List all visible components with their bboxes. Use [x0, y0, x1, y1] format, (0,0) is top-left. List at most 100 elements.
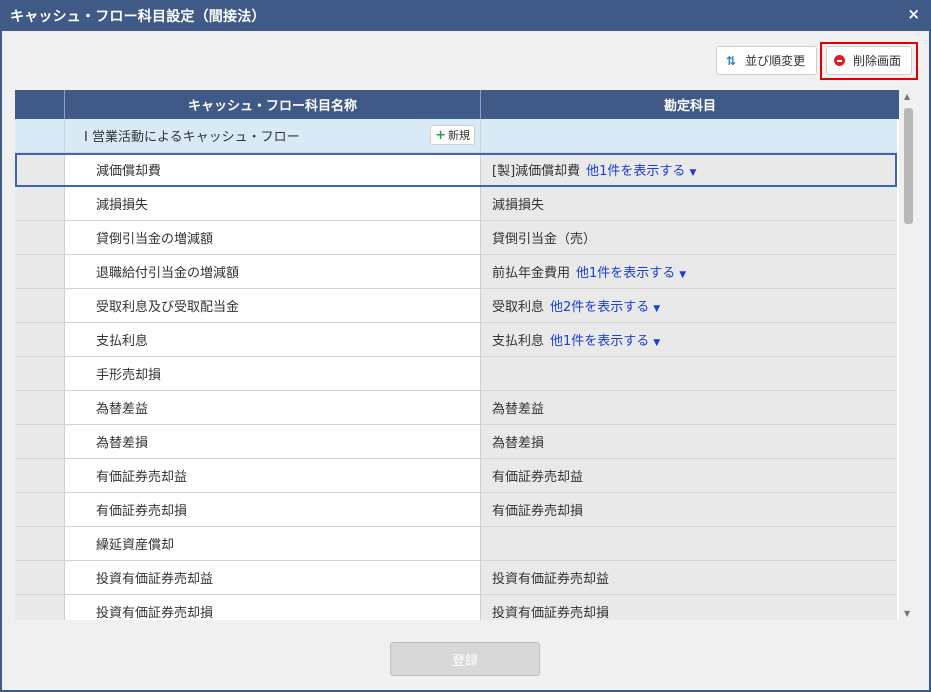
section-label: Ⅰ 営業活動によるキャッシュ・フロー — [84, 130, 300, 145]
table-row[interactable]: 有価証券売却益 有価証券売却益 — [15, 459, 897, 493]
item-name-cell[interactable]: 投資有価証券売却益 — [65, 561, 481, 594]
section-row[interactable]: Ⅰ 営業活動によるキャッシュ・フロー + 新規 — [15, 119, 897, 153]
column-header-account: 勘定科目 — [663, 99, 716, 114]
table-row[interactable]: 為替差益 為替差益 — [15, 391, 897, 425]
item-name-cell[interactable]: 為替差損 — [65, 425, 481, 458]
item-name: 減価償却費 — [96, 164, 162, 179]
show-more-label: 他1件を表示する — [576, 266, 676, 281]
caret-down-icon: ▼ — [653, 304, 661, 314]
table-row[interactable]: 減価償却費 [製]減価償却費 他1件を表示する ▼ — [15, 153, 897, 187]
show-more-link[interactable]: 他1件を表示する ▼ — [586, 160, 696, 179]
row-handle[interactable] — [15, 493, 65, 526]
column-header-name: キャッシュ・フロー科目名称 — [65, 90, 481, 119]
item-name-cell[interactable]: 支払利息 — [65, 323, 481, 356]
table-row[interactable]: 受取利息及び受取配当金 受取利息 他2件を表示する ▼ — [15, 289, 897, 323]
item-name-cell[interactable]: 減損損失 — [65, 187, 481, 220]
item-name-cell[interactable]: 繰延資産償却 — [65, 527, 481, 560]
item-name-cell[interactable]: 受取利息及び受取配当金 — [65, 289, 481, 322]
cashflow-table: キャッシュ・フロー科目名称 勘定科目 Ⅰ 営業活動によるキャッシュ・フロー + … — [15, 90, 899, 620]
item-name-cell[interactable]: 手形売却損 — [65, 357, 481, 390]
account-cell[interactable]: [製]減価償却費 他1件を表示する ▼ — [481, 153, 897, 186]
account-cell[interactable]: 為替差益 — [481, 391, 897, 424]
caret-down-icon: ▼ — [679, 270, 687, 280]
row-handle[interactable] — [15, 153, 65, 186]
scroll-up-icon[interactable]: ▲ — [904, 92, 910, 101]
item-name: 投資有価証券売却益 — [96, 572, 214, 587]
item-name-cell[interactable]: 有価証券売却損 — [65, 493, 481, 526]
show-more-link[interactable]: 他2件を表示する ▼ — [550, 296, 660, 315]
row-handle[interactable] — [15, 221, 65, 254]
item-name-cell[interactable]: 退職給付引当金の増減額 — [65, 255, 481, 288]
account-cell[interactable]: 貸倒引当金（売） — [481, 221, 897, 254]
account-name: 有価証券売却益 — [492, 470, 584, 485]
table-row[interactable]: 支払利息 支払利息 他1件を表示する ▼ — [15, 323, 897, 357]
register-button[interactable]: 登録 — [390, 642, 540, 676]
item-name-cell[interactable]: 減価償却費 — [65, 153, 481, 186]
row-handle[interactable] — [15, 425, 65, 458]
account-cell[interactable]: 減損損失 — [481, 187, 897, 220]
row-handle[interactable] — [15, 187, 65, 220]
account-name: 前払年金費用 — [492, 266, 571, 281]
window-title: キャッシュ・フロー科目設定（間接法） — [10, 9, 266, 25]
item-name-cell[interactable]: 投資有価証券売却損 — [65, 595, 481, 620]
new-button[interactable]: + 新規 — [430, 125, 475, 145]
row-handle[interactable] — [15, 255, 65, 288]
account-cell[interactable]: 投資有価証券売却益 — [481, 561, 897, 594]
row-handle[interactable] — [15, 561, 65, 594]
table-row[interactable]: 手形売却損 — [15, 357, 897, 391]
dialog-window: キャッシュ・フロー科目設定（間接法） × ⇅ 並び順変更 削除画面 キャッシュ・… — [0, 0, 931, 692]
account-name: 為替差益 — [492, 402, 545, 417]
item-name-cell[interactable]: 有価証券売却益 — [65, 459, 481, 492]
delete-screen-button[interactable]: 削除画面 — [826, 46, 912, 75]
caret-down-icon: ▼ — [653, 338, 661, 348]
table-row[interactable]: 退職給付引当金の増減額 前払年金費用 他1件を表示する ▼ — [15, 255, 897, 289]
item-name: 投資有価証券売却損 — [96, 606, 214, 620]
close-icon[interactable]: × — [907, 5, 920, 23]
show-more-link[interactable]: 他1件を表示する ▼ — [550, 330, 660, 349]
show-more-link[interactable]: 他1件を表示する ▼ — [576, 262, 686, 281]
account-cell[interactable] — [481, 357, 897, 390]
row-handle[interactable] — [15, 391, 65, 424]
sort-order-button[interactable]: ⇅ 並び順変更 — [716, 46, 817, 75]
account-cell[interactable] — [481, 527, 897, 560]
account-name: 投資有価証券売却益 — [492, 572, 610, 587]
row-handle[interactable] — [15, 595, 65, 620]
account-name: 為替差損 — [492, 436, 545, 451]
new-button-label: 新規 — [448, 129, 470, 142]
table-row[interactable]: 有価証券売却損 有価証券売却損 — [15, 493, 897, 527]
item-name: 為替差損 — [96, 436, 149, 451]
account-cell[interactable]: 有価証券売却益 — [481, 459, 897, 492]
row-handle[interactable] — [15, 357, 65, 390]
account-cell[interactable]: 有価証券売却損 — [481, 493, 897, 526]
account-name: 減損損失 — [492, 198, 545, 213]
vertical-scrollbar[interactable]: ▲ ▼ — [901, 90, 916, 620]
account-cell[interactable]: 支払利息 他1件を表示する ▼ — [481, 323, 897, 356]
account-cell[interactable]: 受取利息 他2件を表示する ▼ — [481, 289, 897, 322]
account-cell[interactable]: 前払年金費用 他1件を表示する ▼ — [481, 255, 897, 288]
row-handle[interactable] — [15, 289, 65, 322]
table-row[interactable]: 為替差損 為替差損 — [15, 425, 897, 459]
row-handle[interactable] — [15, 527, 65, 560]
account-name: 投資有価証券売却損 — [492, 606, 610, 620]
account-cell[interactable]: 投資有価証券売却損 — [481, 595, 897, 620]
caret-down-icon: ▼ — [689, 168, 697, 178]
account-cell[interactable]: 為替差損 — [481, 425, 897, 458]
table-row[interactable]: 繰延資産償却 — [15, 527, 897, 561]
row-handle[interactable] — [15, 459, 65, 492]
item-name: 減損損失 — [96, 198, 149, 213]
account-name: 貸倒引当金（売） — [492, 232, 597, 247]
scroll-down-icon[interactable]: ▼ — [904, 609, 910, 618]
item-name-cell[interactable]: 為替差益 — [65, 391, 481, 424]
scroll-thumb[interactable] — [904, 108, 913, 224]
item-name: 手形売却損 — [96, 368, 162, 383]
item-name-cell[interactable]: 貸倒引当金の増減額 — [65, 221, 481, 254]
column-header-blank — [15, 90, 65, 119]
row-handle[interactable] — [15, 323, 65, 356]
item-name: 支払利息 — [96, 334, 149, 349]
row-handle[interactable] — [15, 119, 65, 152]
table-row[interactable]: 投資有価証券売却益 投資有価証券売却益 — [15, 561, 897, 595]
table-row[interactable]: 投資有価証券売却損 投資有価証券売却損 — [15, 595, 897, 620]
delete-button-highlight: 削除画面 — [820, 42, 918, 80]
table-row[interactable]: 貸倒引当金の増減額 貸倒引当金（売） — [15, 221, 897, 255]
table-row[interactable]: 減損損失 減損損失 — [15, 187, 897, 221]
